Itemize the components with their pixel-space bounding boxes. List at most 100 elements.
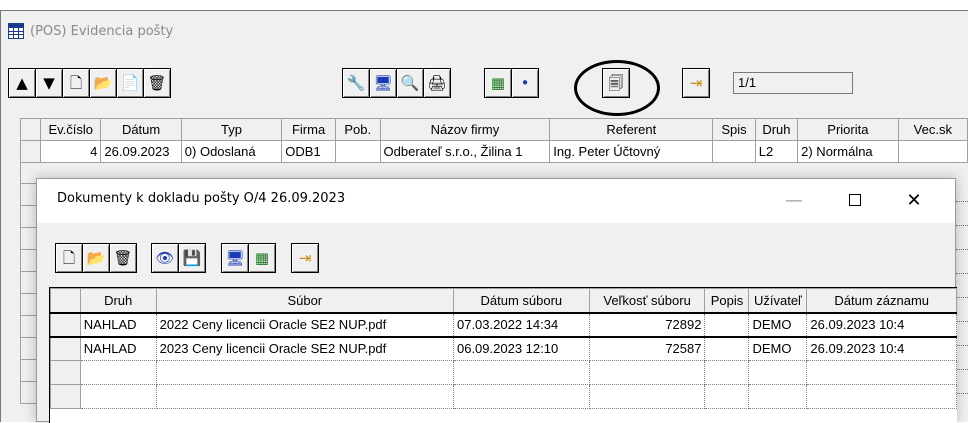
cell-datum-suboru[interactable]: 06.09.2023 12:10: [452, 335, 590, 361]
cell-spis[interactable]: [712, 140, 756, 163]
cell-uzivatel[interactable]: DEMO: [748, 335, 808, 361]
row-selector[interactable]: [50, 311, 81, 337]
empty-cell[interactable]: [588, 360, 706, 385]
dialog-titlebar[interactable]: Dokumenty k dokladu pošty O/4 26.09.2023…: [37, 179, 955, 223]
cell-vec[interactable]: [897, 140, 968, 163]
row-selector[interactable]: [50, 384, 81, 409]
cell-druh[interactable]: NAHLAD: [79, 335, 157, 361]
empty-cell[interactable]: [452, 384, 590, 409]
open-button[interactable]: 📂: [89, 68, 117, 98]
arrow-up-icon: ▲: [16, 73, 28, 92]
column-header[interactable]: Užívateľ: [748, 288, 808, 313]
empty-cell[interactable]: [704, 384, 750, 409]
cell-popis[interactable]: [704, 335, 750, 361]
dialog-open-button[interactable]: 📂: [82, 243, 110, 273]
main-toolbar-nav: ▲ ▼ 🗋 📂 📄 🗑: [8, 68, 171, 100]
empty-cell[interactable]: [806, 384, 957, 409]
first-record-button[interactable]: ▲: [8, 68, 36, 98]
dot-icon: •: [520, 73, 530, 92]
table-row[interactable]: NAHLAD 2022 Ceny licencii Oracle SE2 NUP…: [50, 311, 957, 337]
point-button[interactable]: •: [511, 68, 539, 98]
dialog-export-button[interactable]: ▦: [248, 243, 276, 273]
column-header[interactable]: Súbor: [155, 288, 454, 313]
cell-nazov-firmy[interactable]: Odberateľ s.r.o., Žilina 1: [379, 140, 551, 163]
dialog-save-button[interactable]: 💾: [178, 243, 206, 273]
row-selector[interactable]: [50, 335, 81, 361]
cell-priorita[interactable]: 2) Normálna: [797, 140, 899, 163]
dialog-monitor-button[interactable]: 🖥: [221, 243, 249, 273]
cell-firma[interactable]: ODB1: [281, 140, 336, 163]
column-header[interactable]: Druh: [79, 288, 157, 313]
column-header[interactable]: Ev.číslo: [40, 118, 102, 141]
empty-cell[interactable]: [79, 384, 157, 409]
dialog-delete-button[interactable]: 🗑: [109, 243, 137, 273]
cell-datum-suboru[interactable]: 07.03.2022 14:34: [452, 311, 590, 337]
dialog-exit-button[interactable]: ⇥: [291, 243, 319, 273]
cell-velkost-suboru[interactable]: 72892: [588, 311, 706, 337]
empty-cell[interactable]: [704, 360, 750, 385]
copy-button[interactable]: 📄: [116, 68, 144, 98]
print-button[interactable]: 🖨: [423, 68, 451, 98]
cell-ev-cislo[interactable]: 4: [40, 140, 102, 163]
empty-cell[interactable]: [452, 360, 590, 385]
cell-datum-zaznamu[interactable]: 26.09.2023 10:4: [806, 335, 957, 361]
close-button[interactable]: ✕: [892, 187, 936, 213]
empty-cell[interactable]: [748, 360, 808, 385]
column-header[interactable]: Dátum: [100, 118, 182, 141]
table-row[interactable]: 4 26.09.2023 0) Odoslaná ODB1 Odberateľ …: [19, 140, 968, 163]
empty-cell[interactable]: [748, 384, 808, 409]
cell-typ[interactable]: 0) Odoslaná: [180, 140, 283, 163]
cell-pob[interactable]: [334, 140, 381, 163]
monitor-button[interactable]: 🖥: [369, 68, 397, 98]
column-header[interactable]: Druh: [754, 118, 799, 141]
cell-datum[interactable]: 26.09.2023: [100, 140, 182, 163]
empty-cell[interactable]: [588, 384, 706, 409]
folder-open-icon: 📂: [93, 73, 113, 92]
new-record-button[interactable]: 🗋: [62, 68, 90, 98]
column-header[interactable]: Veľkosť súboru: [588, 288, 706, 313]
delete-button[interactable]: 🗑: [143, 68, 171, 98]
column-header[interactable]: Dátum súboru: [452, 288, 590, 313]
cell-popis[interactable]: [704, 311, 750, 337]
column-header[interactable]: Popis: [704, 288, 750, 313]
row-selector[interactable]: [50, 360, 81, 385]
new-document-icon: 🗋: [69, 73, 83, 92]
column-header[interactable]: Vec.sk: [897, 118, 968, 141]
table-row-empty[interactable]: [50, 384, 957, 409]
minimize-icon: —: [785, 189, 803, 211]
row-selector[interactable]: [19, 140, 42, 163]
column-header[interactable]: Typ: [180, 118, 283, 141]
column-header[interactable]: Spis: [712, 118, 756, 141]
dialog-new-button[interactable]: 🗋: [55, 243, 83, 273]
minimize-button[interactable]: —: [772, 187, 816, 213]
table-row[interactable]: NAHLAD 2023 Ceny licencii Oracle SE2 NUP…: [50, 335, 957, 361]
tools-button[interactable]: 🔧: [342, 68, 370, 98]
empty-cell[interactable]: [155, 384, 454, 409]
empty-cell[interactable]: [79, 360, 157, 385]
column-header[interactable]: Firma: [281, 118, 336, 141]
cell-subor[interactable]: 2023 Ceny licencii Oracle SE2 NUP.pdf: [155, 335, 454, 361]
empty-cell[interactable]: [155, 360, 454, 385]
cell-uzivatel[interactable]: DEMO: [748, 311, 808, 337]
column-header[interactable]: Dátum záznamu: [806, 288, 957, 313]
column-header[interactable]: Referent: [549, 118, 714, 141]
dialog-view-button[interactable]: 👁: [151, 243, 179, 273]
export-button[interactable]: ▦: [484, 68, 512, 98]
cell-velkost-suboru[interactable]: 72587: [588, 335, 706, 361]
empty-cell[interactable]: [806, 360, 957, 385]
grid-cell-edge: [956, 322, 968, 346]
cell-druh[interactable]: L2: [754, 140, 799, 163]
search-button[interactable]: 🔍: [396, 68, 424, 98]
cell-datum-zaznamu[interactable]: 26.09.2023 10:4: [806, 311, 957, 337]
exit-button[interactable]: ⇥: [682, 68, 710, 98]
cell-referent[interactable]: Ing. Peter Účtovný: [549, 140, 714, 163]
dialog-toolbar-view: 👁 💾: [151, 243, 206, 275]
column-header[interactable]: Názov firmy: [379, 118, 551, 141]
table-row-empty[interactable]: [50, 360, 957, 385]
cell-subor[interactable]: 2022 Ceny licencii Oracle SE2 NUP.pdf: [155, 311, 454, 337]
column-header[interactable]: Pob.: [334, 118, 381, 141]
column-header[interactable]: Priorita: [797, 118, 899, 141]
maximize-button[interactable]: [833, 187, 877, 213]
last-record-button[interactable]: ▼: [35, 68, 63, 98]
cell-druh[interactable]: NAHLAD: [79, 311, 157, 337]
